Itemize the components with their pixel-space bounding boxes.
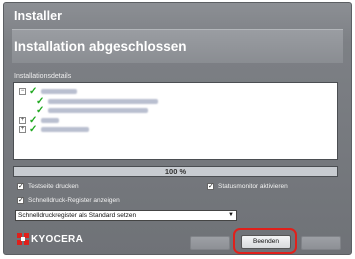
details-label: Installationsdetails [14, 73, 72, 80]
installation-details-tree[interactable]: − ✓ ✓ ✓ + ✓ + ✓ [13, 82, 338, 160]
expand-icon[interactable]: + [19, 116, 26, 124]
page-heading: Installation abgeschlossen [14, 39, 187, 54]
back-button[interactable] [190, 236, 230, 250]
quickprint-default-select[interactable]: Schnelldruckregister als Standard setzen… [15, 210, 237, 221]
checkmark-icon: ✓ [29, 123, 38, 135]
highlight-frame [233, 228, 297, 254]
quickprint-label: Schnelldruck-Register anzeigen [28, 197, 120, 204]
progress-text: 100 % [164, 167, 187, 176]
checkbox-checked-icon[interactable]: ✓ [207, 183, 214, 190]
kyocera-logo: KYOCERA [17, 233, 83, 245]
window-title: Installer [14, 9, 62, 23]
tree-node[interactable]: + ✓ [19, 123, 90, 135]
expand-icon[interactable]: + [19, 125, 26, 133]
dropdown-arrow-icon[interactable]: ▼ [227, 212, 235, 219]
checkbox-checked-icon[interactable]: ✓ [17, 183, 24, 190]
testpage-checkbox[interactable]: ✓ Testseite drucken [17, 183, 79, 190]
kyocera-logo-icon [17, 233, 29, 245]
statusmonitor-label: Statusmonitor aktivieren [218, 183, 288, 190]
statusmonitor-checkbox[interactable]: ✓ Statusmonitor aktivieren [207, 183, 288, 190]
tree-node[interactable]: ✓ [36, 105, 149, 116]
cancel-button[interactable] [301, 236, 341, 250]
select-value: Schnelldruckregister als Standard setzen [18, 212, 137, 219]
progress-bar: 100 % [13, 166, 338, 177]
brand-name: KYOCERA [31, 233, 84, 245]
checkbox-checked-icon[interactable]: ✓ [17, 197, 24, 204]
testpage-label: Testseite drucken [28, 183, 79, 190]
quickprint-checkbox[interactable]: ✓ Schnelldruck-Register anzeigen [17, 197, 120, 204]
collapse-icon[interactable]: − [19, 87, 26, 95]
tree-node[interactable]: − ✓ [19, 86, 78, 97]
